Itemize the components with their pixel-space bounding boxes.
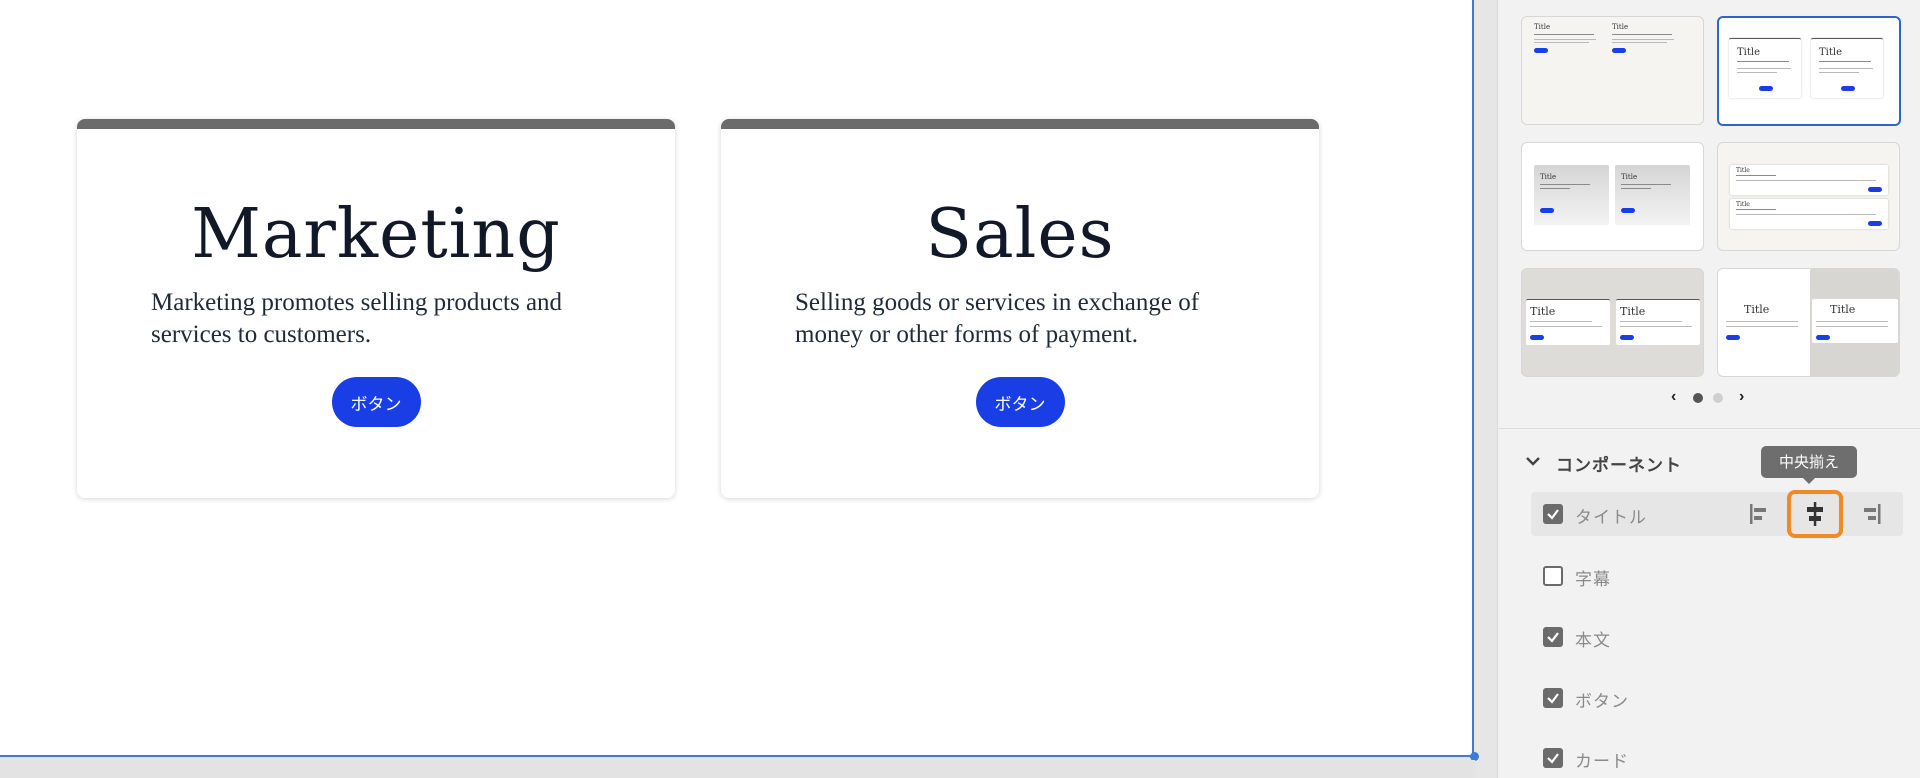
align-right-icon: [1864, 504, 1881, 524]
checkbox-checked[interactable]: [1543, 748, 1563, 768]
component-label: 字幕: [1575, 570, 1611, 590]
check-icon: [1547, 693, 1559, 704]
card-button[interactable]: ボタン: [975, 377, 1065, 427]
layout-thumbnail[interactable]: Title Title: [1521, 142, 1704, 251]
section-title: コンポーネント: [1556, 456, 1682, 476]
tooltip-text: 中央揃え: [1778, 453, 1839, 471]
component-row-title[interactable]: タイトル: [1531, 490, 1903, 538]
card-top-bar: [77, 119, 675, 129]
align-center-icon: [1807, 502, 1823, 526]
slide-canvas[interactable]: Marketing Marketing promotes selling pro…: [0, 0, 1474, 757]
component-row-subtitle[interactable]: 字幕: [1531, 554, 1903, 598]
component-row-body[interactable]: 本文: [1531, 615, 1903, 659]
canvas-footer: [0, 760, 1475, 778]
tooltip: 中央揃え: [1761, 446, 1857, 484]
section-divider: [1498, 428, 1920, 429]
chevron-left-icon[interactable]: ‹: [1671, 388, 1676, 406]
checkbox-unchecked[interactable]: [1543, 566, 1563, 586]
layout-thumbnail[interactable]: Title Title: [1717, 142, 1900, 251]
card-title[interactable]: Sales: [721, 201, 1319, 269]
checkbox-checked[interactable]: [1543, 688, 1563, 708]
check-icon: [1547, 753, 1559, 764]
check-icon: [1547, 509, 1559, 520]
align-left-icon: [1750, 504, 1766, 524]
card-body-text[interactable]: Marketing promotes selling products and …: [151, 287, 611, 351]
layout-pager: ‹ ›: [1671, 388, 1751, 406]
card-button[interactable]: ボタン: [331, 377, 421, 427]
align-center-button[interactable]: [1787, 490, 1843, 538]
component-row-card[interactable]: カード: [1531, 736, 1903, 776]
card-sales[interactable]: Sales Selling goods or services in excha…: [721, 119, 1319, 498]
card-title[interactable]: Marketing: [77, 201, 675, 269]
layout-thumbnail-selected[interactable]: Title Title: [1717, 16, 1901, 126]
layout-thumbnail[interactable]: Title Title: [1717, 268, 1900, 377]
align-right-button[interactable]: [1849, 496, 1893, 532]
check-icon: [1547, 632, 1559, 643]
properties-panel: Title Title Title Title Title Title Titl…: [1497, 0, 1920, 778]
checkbox-checked[interactable]: [1543, 627, 1563, 647]
card-body-text[interactable]: Selling goods or services in exchange of…: [795, 287, 1255, 351]
page-dot-active[interactable]: [1693, 393, 1703, 403]
checkbox-checked[interactable]: [1543, 504, 1563, 524]
chevron-right-icon[interactable]: ›: [1739, 388, 1744, 406]
component-label: 本文: [1575, 631, 1611, 651]
card-top-bar: [721, 119, 1319, 129]
page-dot[interactable]: [1713, 393, 1723, 403]
align-left-button[interactable]: [1737, 496, 1781, 532]
component-label: タイトル: [1575, 508, 1647, 528]
component-row-button[interactable]: ボタン: [1531, 676, 1903, 720]
layout-thumbnail[interactable]: Title Title: [1521, 268, 1704, 377]
card-marketing[interactable]: Marketing Marketing promotes selling pro…: [77, 119, 675, 498]
chevron-down-icon[interactable]: [1520, 448, 1546, 474]
component-label: ボタン: [1575, 692, 1629, 712]
layout-thumbnail[interactable]: Title Title: [1521, 16, 1704, 125]
component-label: カード: [1575, 752, 1629, 772]
